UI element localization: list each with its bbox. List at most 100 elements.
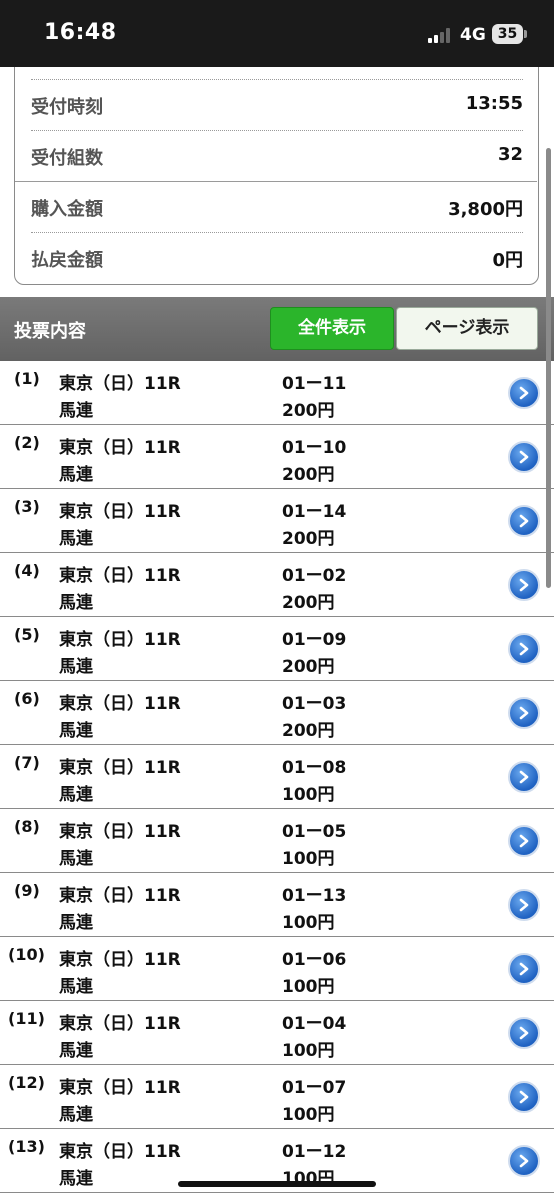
scrollbar[interactable] bbox=[546, 148, 551, 588]
bet-combination: 01ー07 bbox=[282, 1078, 347, 1098]
bet-type: 馬連 bbox=[59, 1041, 93, 1061]
summary-row-purchase-amount: 購入金額 3,800円 bbox=[31, 182, 523, 232]
summary-label: 購入金額 bbox=[31, 199, 103, 220]
show-all-button[interactable]: 全件表示 bbox=[270, 307, 394, 350]
chevron-right-icon[interactable] bbox=[508, 889, 540, 921]
chevron-right-icon[interactable] bbox=[508, 441, 540, 473]
bet-amount: 100円 bbox=[282, 1105, 335, 1125]
summary-value: 3,800円 bbox=[448, 199, 523, 220]
bet-number: (10) bbox=[8, 945, 45, 964]
bet-row[interactable]: (11) 東京（日）11R 馬連 01ー04 100円 bbox=[0, 1001, 554, 1065]
chevron-right-icon[interactable] bbox=[508, 761, 540, 793]
bet-type: 馬連 bbox=[59, 657, 93, 677]
bet-row[interactable]: (10) 東京（日）11R 馬連 01ー06 100円 bbox=[0, 937, 554, 1001]
chevron-right-icon[interactable] bbox=[508, 953, 540, 985]
bet-number: (2) bbox=[14, 433, 40, 452]
bet-race: 東京（日）11R bbox=[59, 1014, 181, 1034]
section-title: 投票内容 bbox=[14, 321, 86, 342]
bet-amount: 100円 bbox=[282, 977, 335, 997]
status-time: 16:48 bbox=[44, 20, 117, 45]
bet-row[interactable]: (9) 東京（日）11R 馬連 01ー13 100円 bbox=[0, 873, 554, 937]
chevron-right-icon[interactable] bbox=[508, 633, 540, 665]
bet-amount: 200円 bbox=[282, 401, 335, 421]
bet-type: 馬連 bbox=[59, 1169, 93, 1189]
bet-amount: 200円 bbox=[282, 529, 335, 549]
bet-race: 東京（日）11R bbox=[59, 502, 181, 522]
bet-amount: 200円 bbox=[282, 657, 335, 677]
bet-race: 東京（日）11R bbox=[59, 758, 181, 778]
chevron-right-icon[interactable] bbox=[508, 825, 540, 857]
bet-row[interactable]: (7) 東京（日）11R 馬連 01ー08 100円 bbox=[0, 745, 554, 809]
bet-row[interactable]: (2) 東京（日）11R 馬連 01ー10 200円 bbox=[0, 425, 554, 489]
bet-race: 東京（日）11R bbox=[59, 1078, 181, 1098]
chevron-right-icon[interactable] bbox=[508, 377, 540, 409]
app-screen: 受付時刻 13:55 受付組数 32 購入金額 3,800円 払戻金額 0円 1… bbox=[0, 0, 554, 1199]
bet-list: (1) 東京（日）11R 馬連 01ー11 200円 (2) 東京（日）11R 馬連 01ー10… bbox=[0, 361, 554, 1193]
bet-combination: 01ー14 bbox=[282, 502, 347, 522]
bet-row[interactable]: (4) 東京（日）11R 馬連 01ー02 200円 bbox=[0, 553, 554, 617]
bet-race: 東京（日）11R bbox=[59, 566, 181, 586]
home-indicator[interactable] bbox=[178, 1181, 376, 1187]
chevron-right-icon[interactable] bbox=[508, 1081, 540, 1113]
bet-row[interactable]: (5) 東京（日）11R 馬連 01ー09 200円 bbox=[0, 617, 554, 681]
bet-combination: 01ー08 bbox=[282, 758, 347, 778]
chevron-right-icon[interactable] bbox=[508, 1145, 540, 1177]
bet-amount: 200円 bbox=[282, 465, 335, 485]
bet-row[interactable]: (3) 東京（日）11R 馬連 01ー14 200円 bbox=[0, 489, 554, 553]
summary-value: 0円 bbox=[492, 250, 523, 271]
status-bar: 16:48 4G 35 bbox=[0, 0, 554, 67]
bet-number: (11) bbox=[8, 1009, 45, 1028]
bet-type: 馬連 bbox=[59, 529, 93, 549]
bet-number: (8) bbox=[14, 817, 40, 836]
bet-number: (1) bbox=[14, 369, 40, 388]
summary-row-accept-time: 受付時刻 13:55 bbox=[31, 80, 523, 130]
bet-amount: 100円 bbox=[282, 1041, 335, 1061]
bet-combination: 01ー13 bbox=[282, 886, 347, 906]
chevron-right-icon[interactable] bbox=[508, 505, 540, 537]
bet-combination: 01ー09 bbox=[282, 630, 347, 650]
bet-type: 馬連 bbox=[59, 465, 93, 485]
bet-combination: 01ー11 bbox=[282, 374, 347, 394]
page-view-button[interactable]: ページ表示 bbox=[396, 307, 538, 350]
bet-amount: 200円 bbox=[282, 593, 335, 613]
bet-number: (7) bbox=[14, 753, 40, 772]
bet-amount: 100円 bbox=[282, 913, 335, 933]
bet-amount: 100円 bbox=[282, 849, 335, 869]
bet-number: (9) bbox=[14, 881, 40, 900]
chevron-right-icon[interactable] bbox=[508, 697, 540, 729]
bet-row[interactable]: (8) 東京（日）11R 馬連 01ー05 100円 bbox=[0, 809, 554, 873]
bet-row[interactable]: (6) 東京（日）11R 馬連 01ー03 200円 bbox=[0, 681, 554, 745]
bet-number: (5) bbox=[14, 625, 40, 644]
bet-number: (12) bbox=[8, 1073, 45, 1092]
bet-number: (13) bbox=[8, 1137, 45, 1156]
bet-type: 馬連 bbox=[59, 401, 93, 421]
bet-type: 馬連 bbox=[59, 913, 93, 933]
summary-label: 受付組数 bbox=[31, 148, 103, 169]
chevron-right-icon[interactable] bbox=[508, 569, 540, 601]
summary-value: 13:55 bbox=[465, 93, 523, 114]
summary-card: 受付時刻 13:55 受付組数 32 購入金額 3,800円 払戻金額 0円 bbox=[14, 45, 539, 285]
bet-combination: 01ー03 bbox=[282, 694, 347, 714]
bet-combination: 01ー05 bbox=[282, 822, 347, 842]
chevron-right-icon[interactable] bbox=[508, 1017, 540, 1049]
bet-type: 馬連 bbox=[59, 721, 93, 741]
summary-row-payout-amount: 払戻金額 0円 bbox=[31, 233, 523, 283]
bet-type: 馬連 bbox=[59, 977, 93, 997]
bet-combination: 01ー12 bbox=[282, 1142, 347, 1162]
bet-number: (6) bbox=[14, 689, 40, 708]
bet-number: (4) bbox=[14, 561, 40, 580]
network-label: 4G bbox=[460, 25, 486, 45]
bet-type: 馬連 bbox=[59, 849, 93, 869]
bet-row[interactable]: (12) 東京（日）11R 馬連 01ー07 100円 bbox=[0, 1065, 554, 1129]
bet-race: 東京（日）11R bbox=[59, 438, 181, 458]
bet-race: 東京（日）11R bbox=[59, 950, 181, 970]
bet-amount: 100円 bbox=[282, 785, 335, 805]
bet-race: 東京（日）11R bbox=[59, 694, 181, 714]
bet-combination: 01ー02 bbox=[282, 566, 347, 586]
bet-row[interactable]: (1) 東京（日）11R 馬連 01ー11 200円 bbox=[0, 361, 554, 425]
bet-amount: 200円 bbox=[282, 721, 335, 741]
bet-combination: 01ー10 bbox=[282, 438, 347, 458]
bet-content-header: 投票内容 全件表示 ページ表示 bbox=[0, 297, 554, 361]
bet-type: 馬連 bbox=[59, 785, 93, 805]
battery-icon: 35 bbox=[492, 24, 523, 44]
